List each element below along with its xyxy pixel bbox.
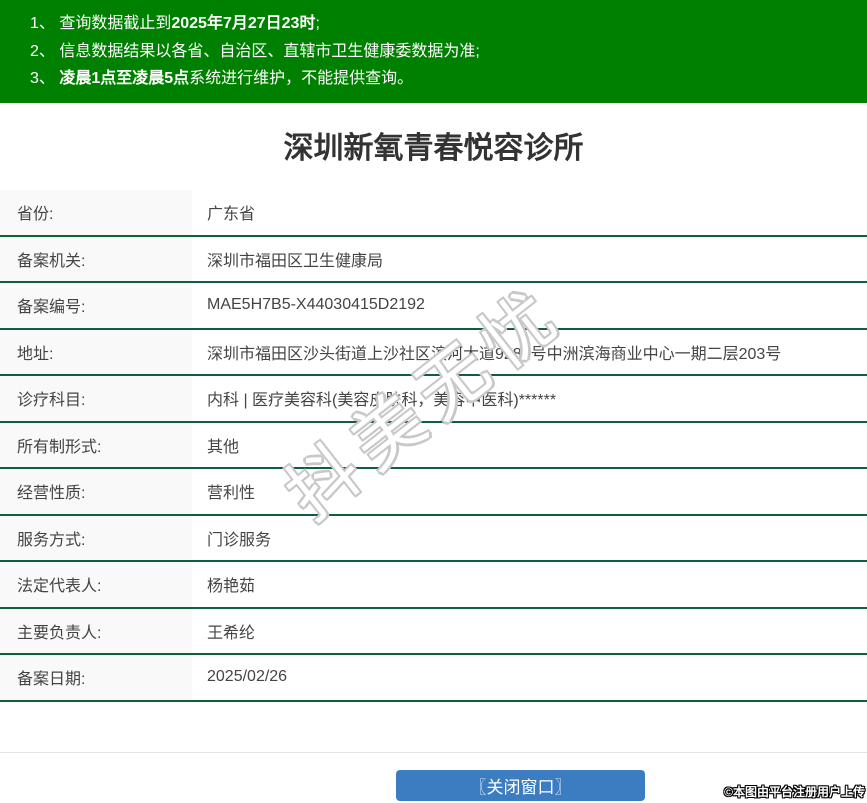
notice-line-2: 2、 信息数据结果以各省、自治区、直辖市卫生健康委数据为准; xyxy=(30,38,857,66)
row-value: 门诊服务 xyxy=(192,515,867,560)
row-label: 经营性质: xyxy=(0,469,192,514)
notice-line-1: 1、 查询数据截止到2025年7月27日23时; xyxy=(30,10,857,38)
copyright-watermark: ©本图由平台注册用户上传 xyxy=(724,785,865,799)
close-window-button[interactable]: 〖关闭窗口〗 xyxy=(396,770,645,801)
row-label: 法定代表人: xyxy=(0,562,192,607)
row-label: 诊疗科目: xyxy=(0,376,192,421)
page-title: 深圳新氧青春悦容诊所 xyxy=(283,132,584,165)
row-label: 地址: xyxy=(0,329,192,374)
notice-3-bold: 凌晨1点至凌晨5点 xyxy=(59,70,190,87)
table-row-filing-date: 备案日期: 2025/02/26 xyxy=(0,655,867,702)
clinic-info-table: 省份: 广东省 备案机关: 深圳市福田区卫生健康局 备案编号: MAE5H7B5… xyxy=(0,190,867,702)
table-row-main-person: 主要负责人: 王希纶 xyxy=(0,608,867,655)
row-value: 深圳市福田区卫生健康局 xyxy=(192,236,867,281)
row-value: 王希纶 xyxy=(192,608,867,653)
notice-3-text: 3、 xyxy=(30,70,60,87)
table-row-ownership: 所有制形式: 其他 xyxy=(0,422,867,469)
row-label: 备案编号: xyxy=(0,283,192,328)
notice-3-suffix: 系统进行维护，不能提供查询。 xyxy=(189,70,414,87)
notice-1-suffix: ; xyxy=(315,15,320,32)
row-value: 内科 | 医疗美容科(美容皮肤科，美容中医科)****** xyxy=(192,376,867,421)
table-row-address: 地址: 深圳市福田区沙头街道上沙社区滨河大道9283号中洲滨海商业中心一期二层2… xyxy=(0,329,867,376)
table-row-service-mode: 服务方式: 门诊服务 xyxy=(0,515,867,562)
row-label: 备案机关: xyxy=(0,236,192,281)
row-label: 备案日期: xyxy=(0,655,192,700)
notice-1-text: 1、 查询数据截止到 xyxy=(30,15,172,32)
row-value: 2025/02/26 xyxy=(192,655,867,700)
notice-2-text: 2、 信息数据结果以各省、自治区、直辖市卫生健康委数据为准; xyxy=(30,42,480,60)
row-label: 省份: xyxy=(0,190,192,235)
table-row-filing-authority: 备案机关: 深圳市福田区卫生健康局 xyxy=(0,236,867,283)
table-row-legal-representative: 法定代表人: 杨艳茹 xyxy=(0,562,867,609)
table-row-province: 省份: 广东省 xyxy=(0,190,867,237)
table-row-business-nature: 经营性质: 营利性 xyxy=(0,469,867,516)
row-label: 主要负责人: xyxy=(0,608,192,653)
row-value: 广东省 xyxy=(192,190,867,235)
notice-1-bold: 2025年7月27日23时 xyxy=(171,15,316,32)
row-label: 所有制形式: xyxy=(0,422,192,467)
row-value: 营利性 xyxy=(192,469,867,514)
row-label: 服务方式: xyxy=(0,515,192,560)
notice-banner: 1、 查询数据截止到2025年7月27日23时; 2、 信息数据结果以各省、自治… xyxy=(0,0,867,103)
row-value: 深圳市福田区沙头街道上沙社区滨河大道9283号中洲滨海商业中心一期二层203号 xyxy=(192,329,867,374)
notice-line-3: 3、 凌晨1点至凌晨5点系统进行维护，不能提供查询。 xyxy=(30,65,857,93)
row-value: 杨艳茹 xyxy=(192,562,867,607)
table-row-filing-number: 备案编号: MAE5H7B5-X44030415D2192 xyxy=(0,283,867,330)
table-row-departments: 诊疗科目: 内科 | 医疗美容科(美容皮肤科，美容中医科)****** xyxy=(0,376,867,423)
row-value: MAE5H7B5-X44030415D2192 xyxy=(192,283,867,328)
row-value: 其他 xyxy=(192,422,867,467)
footer-divider xyxy=(0,752,867,753)
